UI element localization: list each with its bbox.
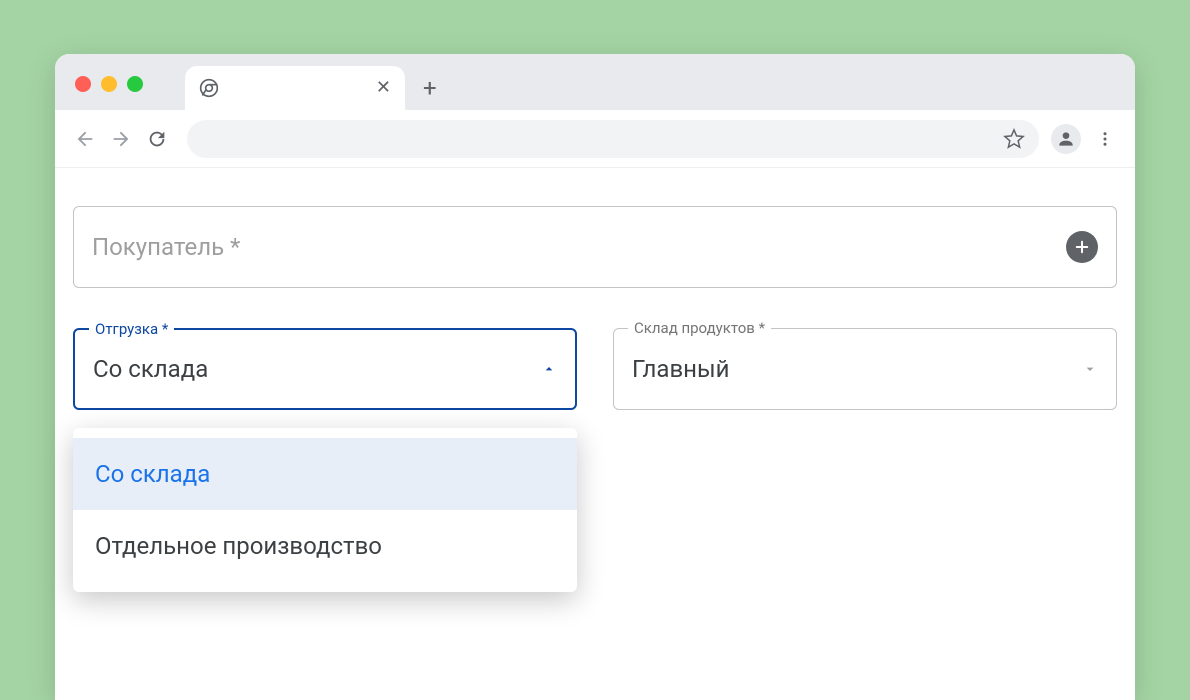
back-button[interactable] [73,127,97,151]
tab-bar: ✕ + [55,54,1135,110]
shipment-label: Отгрузка * [89,320,174,338]
buyer-placeholder: Покупатель * [92,233,240,261]
warehouse-select[interactable]: Склад продуктов * Главный [613,328,1117,410]
plus-icon [1073,238,1091,256]
shipment-value: Со склада [93,355,208,383]
shipment-option-separate-production[interactable]: Отдельное производство [73,510,577,582]
shipment-option-from-warehouse[interactable]: Со склада [73,438,577,510]
shipment-dropdown: Со склада Отдельное производство [73,428,577,592]
close-window-button[interactable] [75,76,91,92]
forward-button[interactable] [109,127,133,151]
page-content: Покупатель * Отгрузка * Со склада Со скл… [55,168,1135,410]
minimize-window-button[interactable] [101,76,117,92]
star-icon[interactable] [1003,128,1025,150]
browser-window: ✕ + Покупатель * [55,54,1135,700]
profile-avatar[interactable] [1051,124,1081,154]
browser-tab[interactable]: ✕ [185,66,405,110]
caret-down-icon [1082,361,1098,377]
maximize-window-button[interactable] [127,76,143,92]
window-controls [75,76,143,92]
caret-up-icon [541,361,557,377]
close-tab-icon[interactable]: ✕ [376,79,391,97]
address-bar[interactable] [187,120,1039,158]
warehouse-value: Главный [632,355,730,383]
buyer-field[interactable]: Покупатель * [73,206,1117,288]
new-tab-button[interactable]: + [423,74,437,102]
reload-button[interactable] [145,127,169,151]
warehouse-label: Склад продуктов * [628,319,771,337]
shipment-select[interactable]: Отгрузка * Со склада [73,328,577,410]
menu-button[interactable] [1093,127,1117,151]
add-buyer-button[interactable] [1066,231,1098,263]
browser-toolbar [55,110,1135,168]
chrome-icon [199,78,219,98]
